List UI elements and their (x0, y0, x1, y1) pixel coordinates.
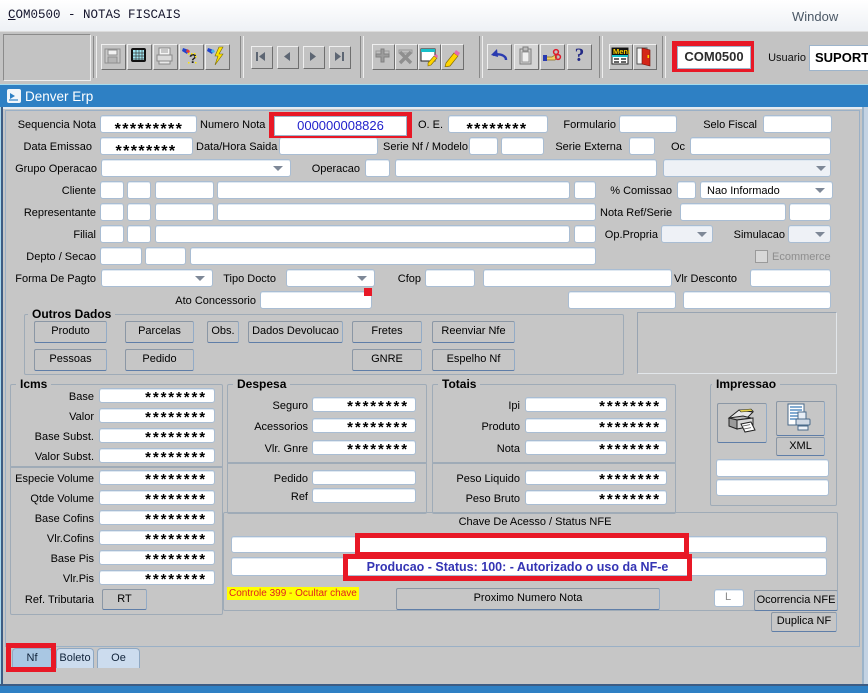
svg-text:?: ? (189, 51, 197, 66)
svg-text:Menu: Menu (613, 47, 630, 56)
